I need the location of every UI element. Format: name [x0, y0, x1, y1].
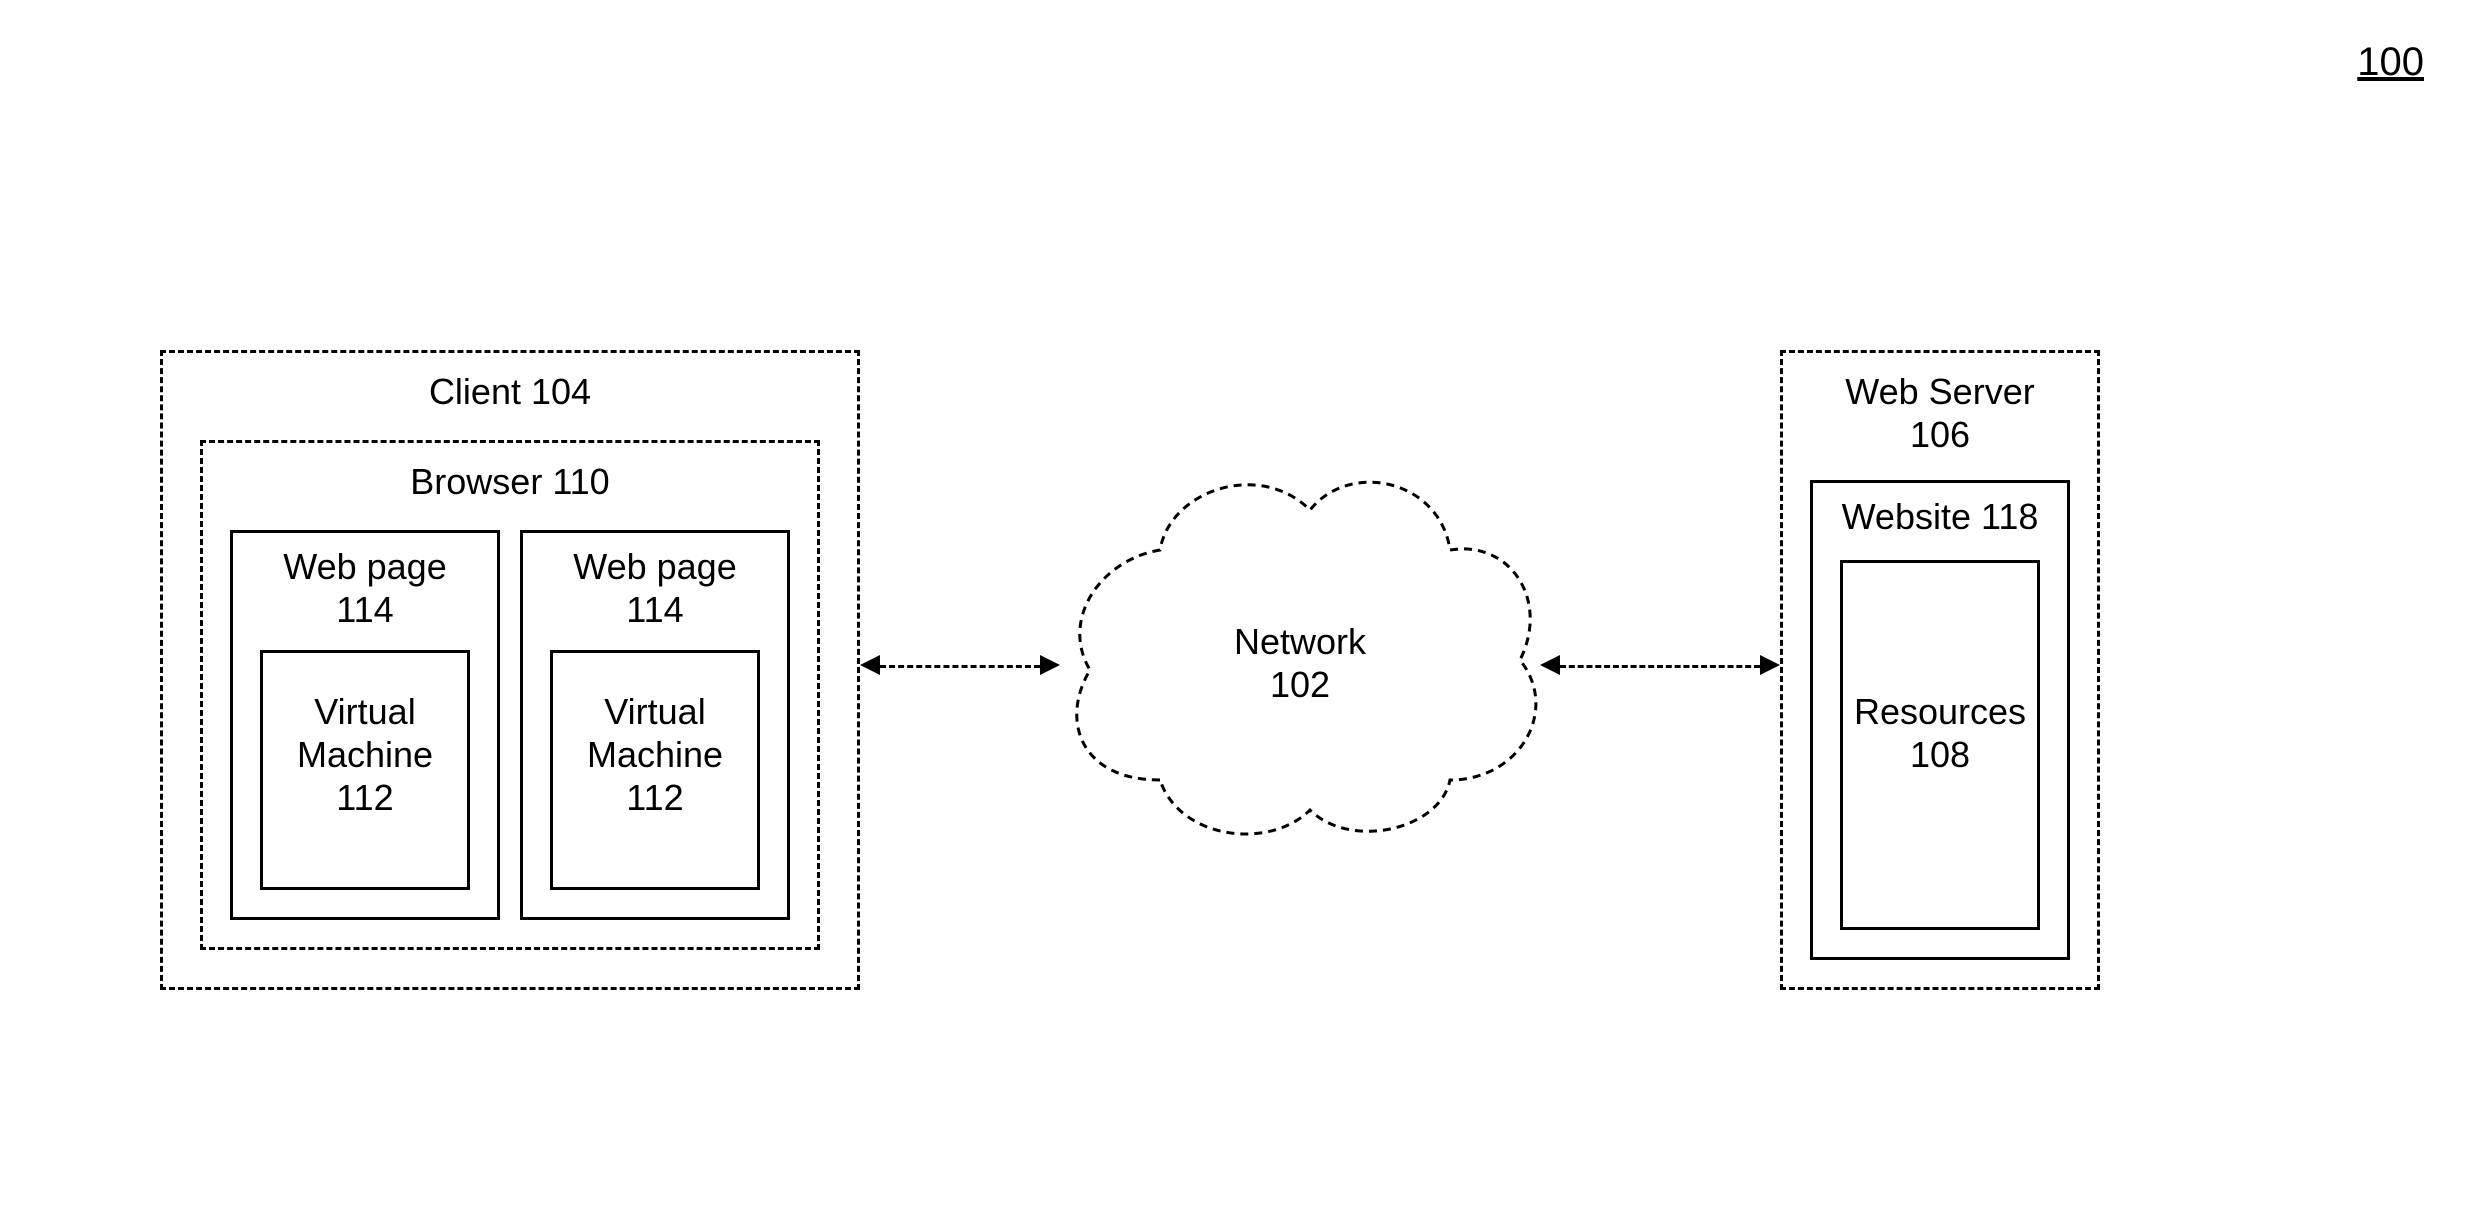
website-label: Website 118	[1810, 495, 2070, 538]
arrow-network-server-head-left	[1540, 655, 1560, 675]
vm-label-1: Virtual Machine 112	[550, 690, 760, 820]
arrow-network-server	[1560, 665, 1760, 668]
arrow-network-server-head-right	[1760, 655, 1780, 675]
browser-label: Browser 110	[200, 460, 820, 503]
arrow-client-network-head-right	[1040, 655, 1060, 675]
server-label: Web Server 106	[1780, 370, 2100, 456]
resources-label: Resources 108	[1840, 690, 2040, 776]
client-label: Client 104	[160, 370, 860, 413]
webpage-label-1: Web page 114	[520, 545, 790, 631]
webpage-label-0: Web page 114	[230, 545, 500, 631]
network-label: Network 102	[1040, 620, 1560, 706]
vm-label-0: Virtual Machine 112	[260, 690, 470, 820]
diagram-canvas: 100 Client 104 Browser 110 Web page 114 …	[0, 0, 2484, 1223]
figure-reference: 100	[2357, 40, 2424, 85]
arrow-client-network	[880, 665, 1040, 668]
arrow-client-network-head-left	[860, 655, 880, 675]
